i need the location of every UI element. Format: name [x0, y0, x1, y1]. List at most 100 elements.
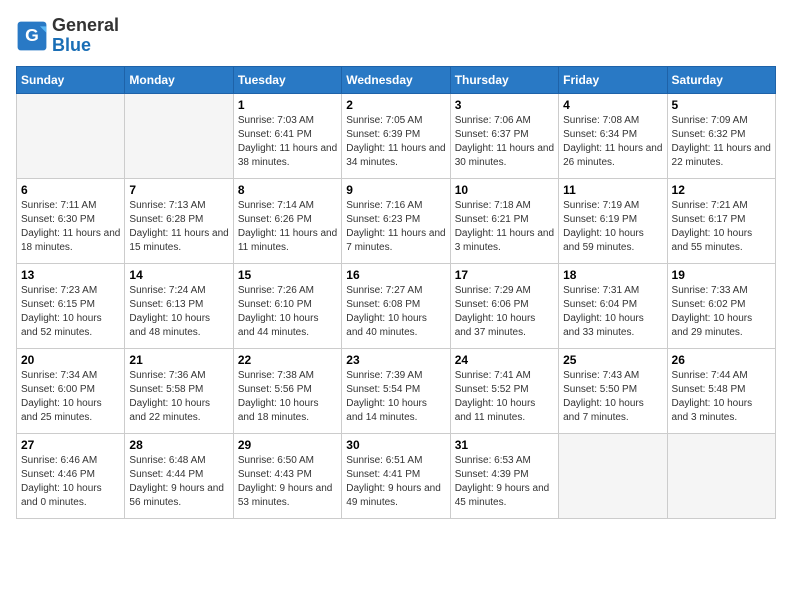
- day-number: 1: [238, 98, 337, 112]
- day-info: Sunrise: 7:26 AM Sunset: 6:10 PM Dayligh…: [238, 284, 337, 340]
- calendar-cell: 8 Sunrise: 7:14 AM Sunset: 6:26 PM Dayli…: [233, 178, 341, 263]
- calendar-week-row: 6 Sunrise: 7:11 AM Sunset: 6:30 PM Dayli…: [17, 178, 776, 263]
- logo: G General Blue: [16, 16, 119, 56]
- calendar-cell: 1 Sunrise: 7:03 AM Sunset: 6:41 PM Dayli…: [233, 93, 341, 178]
- weekday-header: Wednesday: [342, 66, 450, 93]
- weekday-header: Thursday: [450, 66, 558, 93]
- calendar-week-row: 1 Sunrise: 7:03 AM Sunset: 6:41 PM Dayli…: [17, 93, 776, 178]
- day-number: 19: [672, 268, 771, 282]
- day-info: Sunrise: 7:21 AM Sunset: 6:17 PM Dayligh…: [672, 199, 771, 255]
- calendar-table: SundayMondayTuesdayWednesdayThursdayFrid…: [16, 66, 776, 519]
- weekday-header: Tuesday: [233, 66, 341, 93]
- day-number: 13: [21, 268, 120, 282]
- day-info: Sunrise: 6:46 AM Sunset: 4:46 PM Dayligh…: [21, 454, 120, 510]
- day-info: Sunrise: 7:05 AM Sunset: 6:39 PM Dayligh…: [346, 114, 445, 170]
- day-info: Sunrise: 7:33 AM Sunset: 6:02 PM Dayligh…: [672, 284, 771, 340]
- day-number: 31: [455, 438, 554, 452]
- day-info: Sunrise: 7:44 AM Sunset: 5:48 PM Dayligh…: [672, 369, 771, 425]
- day-info: Sunrise: 7:13 AM Sunset: 6:28 PM Dayligh…: [129, 199, 228, 255]
- day-number: 24: [455, 353, 554, 367]
- day-number: 2: [346, 98, 445, 112]
- calendar-cell: 20 Sunrise: 7:34 AM Sunset: 6:00 PM Dayl…: [17, 348, 125, 433]
- calendar-week-row: 27 Sunrise: 6:46 AM Sunset: 4:46 PM Dayl…: [17, 433, 776, 518]
- day-number: 4: [563, 98, 662, 112]
- calendar-week-row: 20 Sunrise: 7:34 AM Sunset: 6:00 PM Dayl…: [17, 348, 776, 433]
- day-number: 29: [238, 438, 337, 452]
- day-info: Sunrise: 7:18 AM Sunset: 6:21 PM Dayligh…: [455, 199, 554, 255]
- day-info: Sunrise: 6:53 AM Sunset: 4:39 PM Dayligh…: [455, 454, 554, 510]
- day-info: Sunrise: 6:48 AM Sunset: 4:44 PM Dayligh…: [129, 454, 228, 510]
- day-number: 5: [672, 98, 771, 112]
- day-number: 3: [455, 98, 554, 112]
- day-info: Sunrise: 7:27 AM Sunset: 6:08 PM Dayligh…: [346, 284, 445, 340]
- calendar-cell: 26 Sunrise: 7:44 AM Sunset: 5:48 PM Dayl…: [667, 348, 775, 433]
- calendar-cell: 23 Sunrise: 7:39 AM Sunset: 5:54 PM Dayl…: [342, 348, 450, 433]
- day-info: Sunrise: 7:36 AM Sunset: 5:58 PM Dayligh…: [129, 369, 228, 425]
- day-number: 22: [238, 353, 337, 367]
- weekday-header: Friday: [559, 66, 667, 93]
- calendar-cell: 22 Sunrise: 7:38 AM Sunset: 5:56 PM Dayl…: [233, 348, 341, 433]
- calendar-cell: 17 Sunrise: 7:29 AM Sunset: 6:06 PM Dayl…: [450, 263, 558, 348]
- day-number: 9: [346, 183, 445, 197]
- calendar-cell: 15 Sunrise: 7:26 AM Sunset: 6:10 PM Dayl…: [233, 263, 341, 348]
- calendar-week-row: 13 Sunrise: 7:23 AM Sunset: 6:15 PM Dayl…: [17, 263, 776, 348]
- day-number: 25: [563, 353, 662, 367]
- calendar-cell: 27 Sunrise: 6:46 AM Sunset: 4:46 PM Dayl…: [17, 433, 125, 518]
- calendar-cell: 13 Sunrise: 7:23 AM Sunset: 6:15 PM Dayl…: [17, 263, 125, 348]
- calendar-header: SundayMondayTuesdayWednesdayThursdayFrid…: [17, 66, 776, 93]
- calendar-cell: 11 Sunrise: 7:19 AM Sunset: 6:19 PM Dayl…: [559, 178, 667, 263]
- day-info: Sunrise: 7:41 AM Sunset: 5:52 PM Dayligh…: [455, 369, 554, 425]
- day-number: 23: [346, 353, 445, 367]
- calendar-cell: 24 Sunrise: 7:41 AM Sunset: 5:52 PM Dayl…: [450, 348, 558, 433]
- day-info: Sunrise: 7:24 AM Sunset: 6:13 PM Dayligh…: [129, 284, 228, 340]
- day-info: Sunrise: 7:03 AM Sunset: 6:41 PM Dayligh…: [238, 114, 337, 170]
- calendar-cell: 7 Sunrise: 7:13 AM Sunset: 6:28 PM Dayli…: [125, 178, 233, 263]
- day-info: Sunrise: 7:31 AM Sunset: 6:04 PM Dayligh…: [563, 284, 662, 340]
- calendar-cell: 21 Sunrise: 7:36 AM Sunset: 5:58 PM Dayl…: [125, 348, 233, 433]
- calendar-cell: [17, 93, 125, 178]
- calendar-cell: 6 Sunrise: 7:11 AM Sunset: 6:30 PM Dayli…: [17, 178, 125, 263]
- calendar-cell: 10 Sunrise: 7:18 AM Sunset: 6:21 PM Dayl…: [450, 178, 558, 263]
- calendar-cell: 28 Sunrise: 6:48 AM Sunset: 4:44 PM Dayl…: [125, 433, 233, 518]
- day-number: 8: [238, 183, 337, 197]
- day-info: Sunrise: 7:43 AM Sunset: 5:50 PM Dayligh…: [563, 369, 662, 425]
- day-info: Sunrise: 7:23 AM Sunset: 6:15 PM Dayligh…: [21, 284, 120, 340]
- day-number: 20: [21, 353, 120, 367]
- day-number: 7: [129, 183, 228, 197]
- day-info: Sunrise: 7:19 AM Sunset: 6:19 PM Dayligh…: [563, 199, 662, 255]
- day-info: Sunrise: 7:06 AM Sunset: 6:37 PM Dayligh…: [455, 114, 554, 170]
- day-info: Sunrise: 7:38 AM Sunset: 5:56 PM Dayligh…: [238, 369, 337, 425]
- day-number: 12: [672, 183, 771, 197]
- day-info: Sunrise: 7:34 AM Sunset: 6:00 PM Dayligh…: [21, 369, 120, 425]
- day-number: 6: [21, 183, 120, 197]
- calendar-cell: [667, 433, 775, 518]
- weekday-header-row: SundayMondayTuesdayWednesdayThursdayFrid…: [17, 66, 776, 93]
- logo-icon: G: [16, 20, 48, 52]
- weekday-header: Saturday: [667, 66, 775, 93]
- day-number: 30: [346, 438, 445, 452]
- calendar-cell: 18 Sunrise: 7:31 AM Sunset: 6:04 PM Dayl…: [559, 263, 667, 348]
- logo-text: General Blue: [52, 16, 119, 56]
- svg-text:G: G: [25, 25, 39, 45]
- day-info: Sunrise: 7:16 AM Sunset: 6:23 PM Dayligh…: [346, 199, 445, 255]
- day-info: Sunrise: 6:51 AM Sunset: 4:41 PM Dayligh…: [346, 454, 445, 510]
- calendar-cell: 29 Sunrise: 6:50 AM Sunset: 4:43 PM Dayl…: [233, 433, 341, 518]
- calendar-cell: 25 Sunrise: 7:43 AM Sunset: 5:50 PM Dayl…: [559, 348, 667, 433]
- calendar-cell: [559, 433, 667, 518]
- day-info: Sunrise: 7:09 AM Sunset: 6:32 PM Dayligh…: [672, 114, 771, 170]
- day-number: 27: [21, 438, 120, 452]
- day-info: Sunrise: 7:08 AM Sunset: 6:34 PM Dayligh…: [563, 114, 662, 170]
- day-info: Sunrise: 7:14 AM Sunset: 6:26 PM Dayligh…: [238, 199, 337, 255]
- day-number: 10: [455, 183, 554, 197]
- calendar-cell: 5 Sunrise: 7:09 AM Sunset: 6:32 PM Dayli…: [667, 93, 775, 178]
- calendar-body: 1 Sunrise: 7:03 AM Sunset: 6:41 PM Dayli…: [17, 93, 776, 518]
- calendar-cell: 16 Sunrise: 7:27 AM Sunset: 6:08 PM Dayl…: [342, 263, 450, 348]
- day-number: 28: [129, 438, 228, 452]
- day-number: 15: [238, 268, 337, 282]
- calendar-cell: [125, 93, 233, 178]
- calendar-cell: 30 Sunrise: 6:51 AM Sunset: 4:41 PM Dayl…: [342, 433, 450, 518]
- day-number: 11: [563, 183, 662, 197]
- day-number: 16: [346, 268, 445, 282]
- day-number: 14: [129, 268, 228, 282]
- day-info: Sunrise: 7:39 AM Sunset: 5:54 PM Dayligh…: [346, 369, 445, 425]
